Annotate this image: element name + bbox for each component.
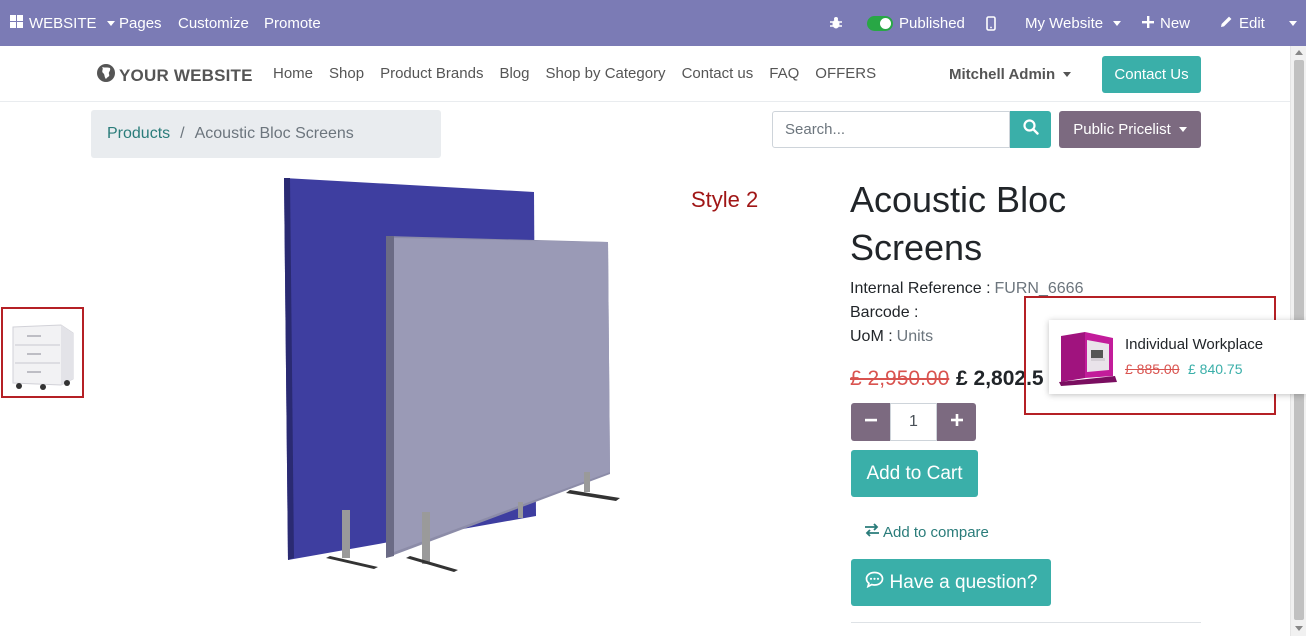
individual-workplace-image — [1057, 326, 1117, 386]
nav-link-shop[interactable]: Shop — [329, 65, 364, 82]
quantity-input[interactable] — [890, 403, 937, 441]
user-menu[interactable]: Mitchell Admin — [949, 66, 1072, 83]
mobile-preview-icon[interactable] — [986, 0, 996, 46]
nav-link-contact-us[interactable]: Contact us — [682, 65, 754, 82]
product-main-image[interactable] — [270, 172, 640, 582]
pricelist-dropdown[interactable]: Public Pricelist — [1059, 111, 1201, 148]
drawer-cabinet-image — [3, 309, 82, 396]
toggle-switch-icon — [867, 15, 893, 31]
customize-menu[interactable]: Customize — [178, 0, 249, 46]
more-options-dropdown[interactable] — [1285, 0, 1297, 46]
product-title: Acoustic Bloc Screens — [850, 179, 1067, 268]
breadcrumb-separator: / — [180, 125, 185, 142]
popup-old-price: £ 885.00 — [1125, 361, 1180, 377]
add-to-cart-button[interactable]: Add to Cart — [851, 450, 978, 497]
main-menu: Home Shop Product Brands Blog Shop by Ca… — [273, 65, 876, 82]
published-label: Published — [899, 14, 965, 32]
uom-value: Units — [896, 328, 934, 345]
edit-label: Edit — [1239, 14, 1265, 32]
plus-icon — [1142, 15, 1154, 32]
minus-icon — [864, 413, 877, 431]
website-navbar: YOUR WEBSITE Home Shop Product Brands Bl… — [0, 46, 1290, 102]
my-website-label: My Website — [1025, 14, 1104, 32]
nav-link-blog[interactable]: Blog — [499, 65, 529, 82]
uom-row: UoM : Units — [850, 328, 933, 346]
barcode-label: Barcode : — [850, 304, 919, 321]
scroll-down-arrow-icon[interactable] — [1295, 626, 1303, 631]
have-a-question-button[interactable]: Have a question? — [851, 559, 1051, 606]
exchange-arrows-icon — [864, 523, 880, 541]
popup-product-name[interactable]: Individual Workplace — [1125, 336, 1263, 353]
debug-bug-icon[interactable] — [829, 0, 843, 46]
add-to-compare-label: Add to compare — [883, 523, 989, 541]
my-website-menu[interactable]: My Website — [1025, 0, 1122, 46]
nav-link-home[interactable]: Home — [273, 65, 313, 82]
old-price: £ 2,950.00 — [850, 367, 950, 390]
caret-down-icon — [1289, 20, 1297, 26]
apps-grid-icon — [10, 14, 23, 32]
breadcrumb-current: Acoustic Bloc Screens — [194, 125, 354, 142]
search-button[interactable] — [1010, 111, 1051, 148]
plus-icon — [950, 413, 963, 431]
chat-bubble-icon — [865, 571, 884, 594]
search-icon — [1022, 119, 1039, 140]
caret-down-icon — [1113, 20, 1122, 26]
website-menu-label: WEBSITE — [29, 14, 97, 32]
caret-down-icon — [1178, 127, 1187, 132]
popup-current-price: £ 840.75 — [1188, 361, 1243, 377]
logo-text: YOUR WEBSITE — [119, 65, 253, 85]
breadcrumb-link-products[interactable]: Products — [107, 125, 170, 143]
promote-menu[interactable]: Promote — [264, 0, 321, 46]
edit-button[interactable]: Edit — [1220, 0, 1265, 46]
nav-link-shop-by-category[interactable]: Shop by Category — [545, 65, 665, 82]
caret-down-icon — [106, 20, 115, 26]
barcode-row: Barcode : — [850, 304, 918, 322]
website-menu[interactable]: WEBSITE — [10, 0, 115, 46]
pages-menu[interactable]: Pages — [119, 0, 162, 46]
uom-label: UoM : — [850, 328, 893, 345]
caret-down-icon — [1063, 72, 1072, 77]
quantity-decrease-button[interactable] — [851, 403, 890, 441]
scroll-up-arrow-icon[interactable] — [1295, 50, 1303, 55]
gallery-style-label: Style 2 — [691, 187, 759, 212]
internal-reference-value: FURN_6666 — [994, 280, 1084, 297]
quantity-increase-button[interactable] — [937, 403, 976, 441]
site-logo[interactable]: YOUR WEBSITE — [96, 63, 253, 88]
new-label: New — [1160, 14, 1191, 32]
section-divider — [851, 622, 1201, 623]
pencil-icon — [1220, 15, 1233, 32]
internal-reference-label: Internal Reference : — [850, 280, 991, 297]
admin-topbar: WEBSITE Pages Customize Promote Publishe… — [0, 0, 1306, 46]
nav-link-offers[interactable]: OFFERS — [815, 65, 876, 82]
pricelist-label: Public Pricelist — [1073, 121, 1171, 138]
contact-us-button[interactable]: Contact Us — [1102, 56, 1201, 93]
globe-icon — [96, 63, 116, 88]
add-to-compare-link[interactable]: Add to compare — [864, 523, 989, 541]
new-button[interactable]: New — [1142, 0, 1190, 46]
have-a-question-label: Have a question? — [889, 571, 1038, 593]
published-toggle[interactable]: Published — [867, 0, 965, 46]
suggested-product-popup[interactable]: Individual Workplace £ 885.00 £ 840.75 — [1049, 320, 1306, 394]
breadcrumb: Products / Acoustic Bloc Screens — [91, 110, 441, 158]
product-thumbnail[interactable] — [1, 307, 84, 398]
search-input[interactable] — [772, 111, 1010, 148]
user-name: Mitchell Admin — [949, 66, 1056, 83]
nav-link-product-brands[interactable]: Product Brands — [380, 65, 483, 82]
nav-link-faq[interactable]: FAQ — [769, 65, 799, 82]
